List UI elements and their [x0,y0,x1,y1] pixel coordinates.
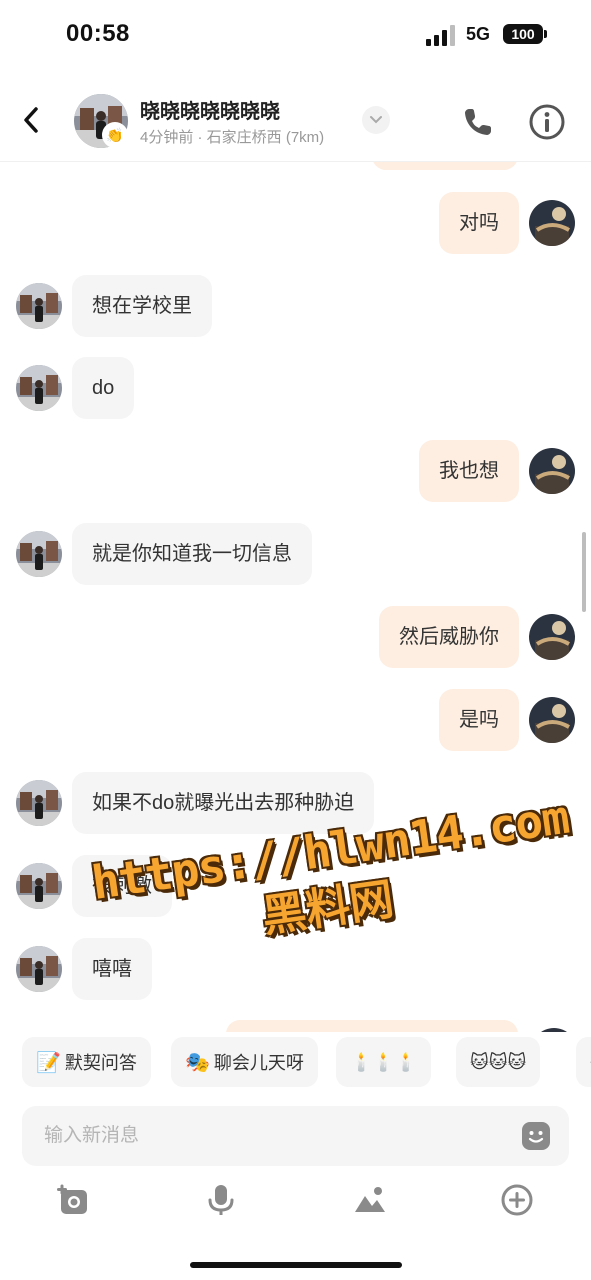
message-bubble[interactable]: do [72,357,135,419]
message-input-box [22,1106,569,1166]
camera-icon[interactable] [55,1182,91,1218]
info-icon[interactable] [528,103,566,141]
my-avatar[interactable] [529,448,575,494]
battery-icon: 100 [503,24,543,44]
image-icon[interactable] [352,1182,388,1218]
my-avatar[interactable] [529,200,575,246]
message-item: do [16,357,135,419]
battery-tip [544,30,547,38]
message-bubble[interactable]: 然后威胁你 [379,606,519,668]
contact-avatar-small[interactable] [16,863,62,909]
contact-avatar-small[interactable] [16,531,62,577]
contact-avatar-small[interactable] [16,283,62,329]
message-list[interactable]: 对吗 想在学校里 do 我也想 就是你知道我一切信息 然后威胁你 是吗 如果不d… [0,162,591,1032]
back-button[interactable] [14,100,48,140]
status-bar: 00:58 5G 100 [0,0,591,70]
message-bubble[interactable]: 如果不do就曝光出去那种胁迫 [72,772,375,834]
signal-icon [426,24,456,46]
quiz-icon: 📝 [36,1051,61,1074]
quick-reply-bar: 📝 默契问答 🎭 聊会儿天呀 🕯️🕯️🕯️ 🐱🐱🐱 🐱 [0,1037,591,1093]
message-item: 我也想 [419,440,575,502]
home-indicator[interactable] [190,1262,402,1268]
phone-icon[interactable] [460,104,496,140]
chip-label: 🐱🐱🐱 [470,1051,527,1072]
contact-avatar-small[interactable] [16,365,62,411]
chip-label: 默契问答 [64,1053,137,1073]
message-item: 对吗 [439,192,575,254]
network-label: 5G [466,24,491,44]
microphone-icon[interactable] [203,1182,239,1218]
message-item: 是吗 [439,689,575,751]
message-item: 就是你知道我一切信息 [16,523,312,585]
message-bubble[interactable]: 很刺激 [72,855,172,917]
my-avatar[interactable] [529,697,575,743]
message-input[interactable] [22,1106,512,1166]
quick-reply-chip[interactable]: 📝 默契问答 [22,1037,151,1087]
message-item: 如果不do就曝光出去那种胁迫 [16,772,375,834]
my-avatar[interactable] [529,614,575,660]
message-bubble[interactable]: 对吗 [439,192,519,254]
emoji-icon[interactable] [521,1121,551,1151]
message-bubble[interactable]: 嘻嘻 [72,938,152,1000]
applause-badge-icon: 👏 [102,122,128,148]
message-bubble[interactable]: 想在学校里 [72,275,212,337]
expand-button[interactable] [362,106,390,134]
chat-header: 👏 晓晓晓晓晓晓晓 4分钟前 · 石家庄桥西 (7km) [0,80,591,162]
message-item: 然后威胁你 [379,606,575,668]
message-item: 很刺激 [16,855,172,917]
contact-avatar-small[interactable] [16,780,62,826]
quick-reply-chip[interactable]: 🐱 [576,1037,591,1087]
chip-label: 🕯️🕯️🕯️ [350,1051,418,1072]
partial-message-bubble [226,1020,518,1032]
contact-name[interactable]: 晓晓晓晓晓晓晓 [140,95,280,124]
message-item: 想在学校里 [16,275,212,337]
status-time: 00:58 [66,20,130,47]
scrollbar[interactable] [582,532,586,612]
message-bubble[interactable]: 我也想 [419,440,519,502]
plus-circle-icon[interactable] [499,1182,535,1218]
chip-label: 聊会儿天呀 [213,1053,304,1073]
quick-reply-chip[interactable]: 🕯️🕯️🕯️ [336,1037,432,1087]
message-bubble[interactable]: 是吗 [439,689,519,751]
chevron-down-icon [370,116,382,124]
quick-reply-chip[interactable]: 🎭 聊会儿天呀 [171,1037,318,1087]
partial-message-bubble [372,162,518,170]
partial-avatar [531,1028,577,1032]
contact-avatar-small[interactable] [16,946,62,992]
contact-subtitle: 4分钟前 · 石家庄桥西 (7km) [140,129,325,146]
message-item: 嘻嘻 [16,938,152,1000]
chevron-left-icon [24,107,38,133]
input-toolbar [0,1176,591,1226]
message-bubble[interactable]: 就是你知道我一切信息 [72,523,312,585]
chat-mask-icon: 🎭 [185,1051,210,1074]
quick-reply-chip[interactable]: 🐱🐱🐱 [456,1037,541,1087]
